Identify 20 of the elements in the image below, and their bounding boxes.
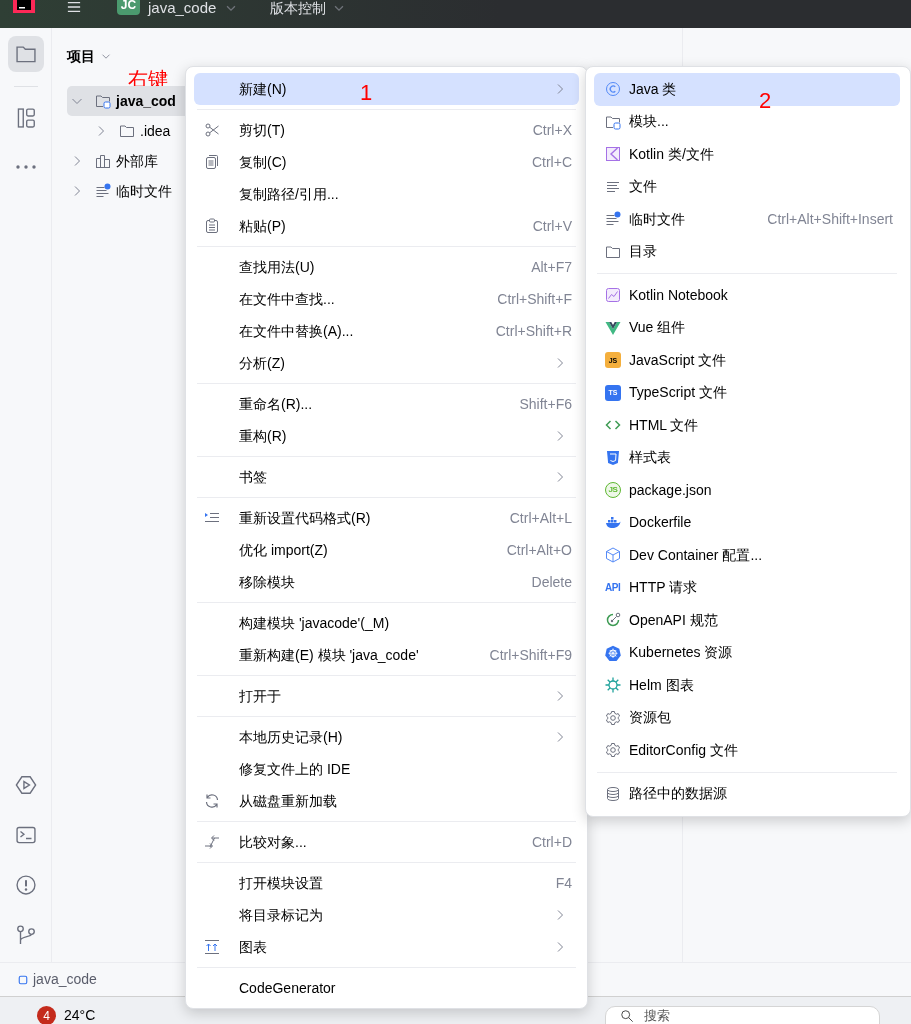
annotation-number: 1: [360, 82, 373, 104]
keyboard-shortcut: Alt+F7: [531, 257, 572, 277]
keyboard-shortcut: Ctrl+X: [532, 120, 572, 140]
api-icon: API: [605, 582, 621, 593]
weather-text: 24°C: [64, 1006, 96, 1024]
keyboard-shortcut: Ctrl+C: [531, 152, 572, 172]
notification-badge: 4: [37, 1006, 56, 1024]
project-badge: JC: [117, 0, 140, 15]
keyboard-shortcut: F4: [555, 873, 572, 893]
keyboard-shortcut: Delete: [531, 572, 572, 592]
keyboard-shortcut: Ctrl+V: [532, 216, 572, 236]
keyboard-shortcut: Ctrl+Shift+R: [495, 321, 572, 341]
keyboard-shortcut: Ctrl+Alt+Shift+Insert: [767, 209, 893, 229]
keyboard-shortcut: Ctrl+D: [531, 832, 572, 852]
keyboard-shortcut: Ctrl+Shift+F9: [489, 645, 572, 665]
keyboard-shortcut: Shift+F6: [519, 394, 572, 414]
keyboard-shortcut: Ctrl+Shift+F: [497, 289, 572, 309]
keyboard-shortcut: Ctrl+Alt+O: [506, 540, 572, 560]
keyboard-shortcut: Ctrl+Alt+L: [509, 508, 572, 528]
search-input: 搜索: [644, 1006, 844, 1024]
